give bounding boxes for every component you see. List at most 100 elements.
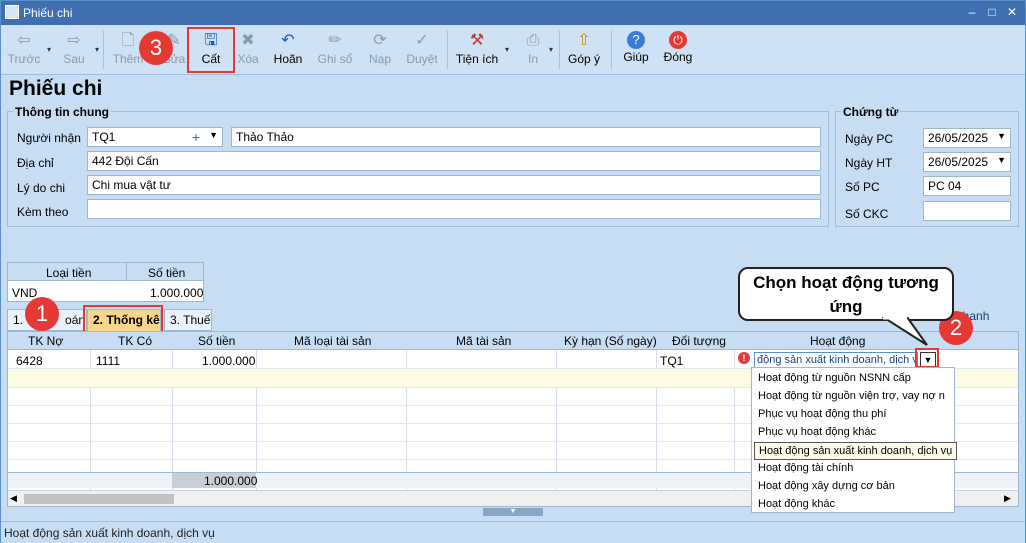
dropdown-option[interactable]: Hoạt động từ nguồn viện trợ, vay nợ n <box>758 390 945 402</box>
help-icon: ? <box>627 31 645 49</box>
print-button[interactable]: ⎙ In ▾ <box>521 27 553 73</box>
column-divider <box>126 263 127 281</box>
grid-header: TK Nợ TK Có Số tiền Mã loại tài sản Mã t… <box>8 332 1018 350</box>
attach-label: Kèm theo <box>17 205 69 219</box>
asset-code-header: Mã tài sản <box>456 334 512 348</box>
currency-amount-cell[interactable]: 1.000.000 <box>150 286 203 300</box>
address-field[interactable]: 442 Đội Cấn <box>87 151 821 171</box>
object-cell[interactable]: TQ1 <box>660 354 683 368</box>
dropdown-option[interactable]: Hoạt động xây dựng cơ bản <box>758 480 895 492</box>
currency-table: Loại tiền Số tiền VND 1.000.000 <box>7 262 204 302</box>
chevron-down-icon[interactable]: ▾ <box>505 45 509 54</box>
dropdown-option[interactable]: Phục vụ hoạt động khác <box>758 426 876 438</box>
close-button[interactable]: ⏻ Đóng <box>661 27 695 73</box>
currency-table-header: Loại tiền Số tiền <box>8 263 203 281</box>
recipient-name-field[interactable]: Thảo Thảo <box>231 127 821 147</box>
step-badge-1: 1 <box>25 297 59 331</box>
voucher-title: Chứng từ <box>841 105 901 119</box>
chevron-down-icon[interactable]: ▾ <box>95 45 99 54</box>
cancel-button[interactable]: ↶ Hoãn <box>271 27 305 73</box>
ckc-number-field[interactable] <box>923 201 1011 221</box>
arrow-left-icon: ⇦ <box>17 32 31 49</box>
toolbar-separator <box>103 31 104 69</box>
pc-number-label: Số PC <box>845 180 880 194</box>
tk-no-cell[interactable]: 6428 <box>16 354 43 368</box>
amount-cell[interactable]: 1.000.000 <box>202 354 255 368</box>
chevron-down-icon[interactable]: ▾ <box>47 45 51 54</box>
reason-field[interactable]: Chi mua vật tư <box>87 175 821 195</box>
help-button[interactable]: ? Giúp <box>619 27 653 73</box>
new-document-icon: 🗋 <box>121 32 135 49</box>
object-header: Đối tượng <box>672 334 726 348</box>
toolbar-separator <box>447 31 448 69</box>
attach-field[interactable] <box>87 199 821 219</box>
chevron-down-icon[interactable]: ▼ <box>209 130 218 140</box>
ht-date-picker[interactable]: 26/05/2025 ▼ <box>923 152 1011 172</box>
pc-number-field[interactable]: PC 04 <box>923 176 1011 196</box>
ckc-number-label: Số CKC <box>845 207 889 221</box>
activity-select[interactable]: động sản xuất kinh doanh, dịch vụ <box>754 352 918 368</box>
delete-button[interactable]: ✖ Xóa <box>235 27 261 73</box>
add-icon[interactable]: + <box>192 129 200 145</box>
reason-label: Lý do chi <box>17 181 66 195</box>
term-header: Kỳ hạn (Số ngày) <box>564 334 657 348</box>
tk-co-header: TK Có <box>118 334 153 348</box>
toolbar-separator <box>611 31 612 69</box>
asset-type-header: Mã loại tài sản <box>294 334 372 348</box>
tools-icon: ⚒ <box>469 32 485 49</box>
app-icon <box>5 5 19 19</box>
post-button[interactable]: ✏ Ghi sổ <box>315 27 355 73</box>
chevron-down-icon[interactable]: ▼ <box>997 155 1006 165</box>
feedback-button[interactable]: ⇧ Góp ý <box>565 27 603 73</box>
close-icon[interactable]: ✕ <box>1003 4 1021 20</box>
dropdown-option-selected[interactable]: Hoạt động sản xuất kinh doanh, dịch vụ <box>754 442 958 460</box>
scrollbar-thumb[interactable] <box>24 494 174 504</box>
chevron-down-icon[interactable]: ▾ <box>549 45 553 54</box>
undo-icon: ↶ <box>281 32 295 49</box>
page-title: Phiếu chi <box>9 77 103 100</box>
maximize-icon[interactable]: □ <box>983 4 1001 20</box>
feedback-icon: ⇧ <box>577 32 591 49</box>
refresh-icon: ⟳ <box>373 32 387 49</box>
pencil-icon: ✏ <box>328 32 342 49</box>
tab-tax[interactable]: 3. Thuế <box>164 309 212 331</box>
address-label: Địa chỉ <box>17 156 54 170</box>
dropdown-option[interactable]: Hoạt động tài chính <box>758 462 853 474</box>
amount-header: Số tiền <box>148 266 186 280</box>
arrow-right-icon: ⇨ <box>67 32 81 49</box>
recipient-code-select[interactable]: TQ1 + ▼ <box>87 127 223 147</box>
reload-button[interactable]: ⟳ Nạp <box>365 27 395 73</box>
scroll-right-icon[interactable]: ▶ <box>1004 493 1011 504</box>
next-button[interactable]: ⇨ Sau ▾ <box>57 27 99 73</box>
power-icon: ⏻ <box>669 31 687 49</box>
warning-icon: ! <box>738 352 750 364</box>
scroll-left-icon[interactable]: ◀ <box>10 493 17 504</box>
dropdown-option[interactable]: Hoạt động từ nguồn NSNN cấp <box>758 372 911 384</box>
status-bar: Hoạt động sản xuất kinh doanh, dịch vụ <box>1 521 1025 543</box>
activity-header: Hoạt động <box>810 334 866 348</box>
step-badge-3: 3 <box>139 31 173 65</box>
tk-co-cell[interactable]: 1111 <box>96 354 120 368</box>
pc-date-picker[interactable]: 26/05/2025 ▼ <box>923 128 1011 148</box>
dropdown-option[interactable]: Phục vụ hoạt động thu phí <box>758 408 886 420</box>
dropdown-highlight <box>915 348 939 368</box>
amount-header: Số tiền <box>198 334 236 348</box>
dropdown-option[interactable]: Hoạt động khác <box>758 498 835 510</box>
utilities-button[interactable]: ⚒ Tiện ích ▾ <box>453 27 509 73</box>
tk-no-header: TK Nợ <box>28 334 64 348</box>
prev-button[interactable]: ⇦ Trước ▾ <box>5 27 51 73</box>
recipient-label: Người nhận <box>17 131 81 145</box>
chevron-down-icon[interactable]: ▼ <box>997 131 1006 141</box>
window-title: Phiếu chi <box>23 6 73 20</box>
statistics-tab-highlight <box>83 305 163 333</box>
approve-button[interactable]: ✓ Duyệt <box>403 27 441 73</box>
check-icon: ✓ <box>415 32 429 49</box>
title-bar: Phiếu chi – □ ✕ <box>1 1 1025 25</box>
ht-date-label: Ngày HT <box>845 156 893 170</box>
pc-date-label: Ngày PC <box>845 132 894 146</box>
minimize-icon[interactable]: – <box>963 4 981 20</box>
splitter-handle[interactable]: ▼ <box>483 508 543 516</box>
currency-type-header: Loại tiền <box>46 266 92 280</box>
total-amount: 1.000.000 <box>204 474 258 488</box>
instruction-callout: Chọn hoạt động tương ứng <box>738 267 954 321</box>
